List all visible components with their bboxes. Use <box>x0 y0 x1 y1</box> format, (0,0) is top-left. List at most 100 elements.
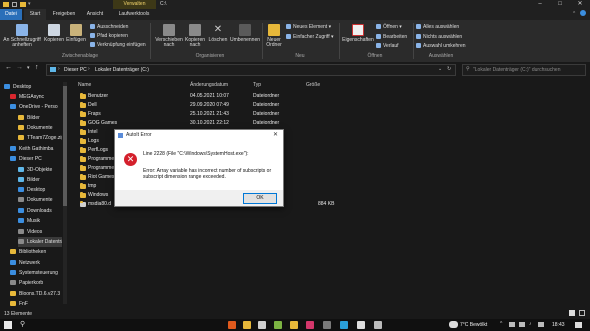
pin-quick-access-button[interactable]: An Schnellzugriff anheften <box>2 24 42 48</box>
copy-path-button[interactable]: Pfad kopieren <box>90 33 128 39</box>
sidebar-item[interactable]: Lokaler Datenträ <box>18 237 62 247</box>
delete-button[interactable]: ✕ Löschen <box>207 24 229 43</box>
select-all-button[interactable]: Alles auswählen <box>416 24 459 30</box>
sidebar-item[interactable]: Keith Gathimba <box>10 144 62 154</box>
maximize-button[interactable]: □ <box>550 0 570 9</box>
new-folder-icon[interactable] <box>20 2 26 7</box>
taskbar-app-icon[interactable] <box>357 321 365 329</box>
open-button[interactable]: Öffnen ▾ <box>376 24 402 30</box>
sidebar-item[interactable]: Systemsteuerung <box>10 268 62 278</box>
move-to-button[interactable]: Verschieben nach <box>154 24 184 48</box>
breadcrumb-local-disk[interactable]: Lokaler Datenträger (C:) <box>95 67 149 73</box>
sidebar-item[interactable]: TTeam7Zoge.zip <box>18 133 62 143</box>
sidebar-item[interactable]: Papierkorb <box>10 278 62 288</box>
sidebar-item[interactable]: Downloads <box>18 206 62 216</box>
invert-selection-button[interactable]: Auswahl umkehren <box>416 43 466 49</box>
sidebar-item[interactable]: FnF <box>10 299 62 309</box>
sidebar-item[interactable]: Bilder <box>18 175 62 185</box>
sidebar-item[interactable]: Bilder <box>18 113 62 123</box>
taskbar-search-icon[interactable]: ⚲ <box>20 320 25 328</box>
column-type[interactable]: Typ <box>253 82 261 88</box>
tray-chevron-icon[interactable]: ^ <box>500 321 502 327</box>
address-dropdown-icon[interactable]: ⌄ <box>438 66 442 72</box>
taskbar-app-icon[interactable] <box>258 321 266 329</box>
cut-button[interactable]: Ausschneiden <box>90 24 128 30</box>
language-icon[interactable] <box>538 322 544 327</box>
sidebar-item[interactable]: Netzwerk <box>10 258 62 268</box>
sidebar-item[interactable]: Dokumente <box>18 123 62 133</box>
properties-icon[interactable] <box>12 2 17 7</box>
taskbar-app-icon[interactable] <box>323 321 331 329</box>
copy-button[interactable]: Kopieren <box>42 24 66 43</box>
sidebar-item[interactable]: Desktop <box>18 185 62 195</box>
file-row[interactable]: GOG Games 30.10.2021 22:12 Dateiordner <box>80 119 590 128</box>
breadcrumb-dieser-pc[interactable]: Dieser PC <box>64 67 87 73</box>
taskbar-app-icon[interactable] <box>228 321 236 329</box>
clock[interactable]: 18:43 <box>552 322 565 328</box>
file-row[interactable]: Fraps 25.10.2021 21:43 Dateiordner <box>80 110 590 119</box>
history-button[interactable]: Verlauf <box>376 43 399 49</box>
sidebar-item[interactable]: 3D-Objekte <box>18 165 62 175</box>
ribbon-collapse-icon[interactable]: ⌃ <box>572 11 576 17</box>
file-row[interactable]: Dell 29.09.2020 07:49 Dateiordner <box>80 101 590 110</box>
easy-access-button[interactable]: Einfacher Zugriff ▾ <box>286 34 334 40</box>
taskbar-app-icon[interactable] <box>243 321 251 329</box>
up-arrow-icon[interactable]: ↑ <box>35 64 39 71</box>
quick-access-chevron-icon[interactable]: ▾ <box>28 1 31 7</box>
column-date[interactable]: Änderungsdatum <box>190 82 228 88</box>
taskbar-app-icon[interactable] <box>274 321 282 329</box>
details-view-icon[interactable] <box>569 310 575 316</box>
dialog-close-icon[interactable]: ✕ <box>273 130 278 140</box>
taskbar-app-icon[interactable] <box>290 321 298 329</box>
taskbar-app-icon[interactable] <box>340 321 348 329</box>
column-name[interactable]: Name <box>78 82 91 88</box>
paste-link-button[interactable]: Verknüpfung einfügen <box>90 42 146 48</box>
sidebar-item[interactable]: Desktop <box>4 82 62 92</box>
volume-icon[interactable]: ♪ <box>529 321 532 327</box>
sidebar-item[interactable]: OneDrive - Perso <box>10 102 62 112</box>
minimize-button[interactable]: – <box>530 0 550 9</box>
sidebar-item[interactable]: Dokumente <box>18 195 62 205</box>
new-item-button[interactable]: Neues Element ▾ <box>286 24 331 30</box>
battery-icon[interactable] <box>519 322 525 327</box>
recent-locations-chevron-icon[interactable]: ▾ <box>27 65 30 71</box>
sidebar-item[interactable]: Dieser PC <box>10 154 62 164</box>
sidebar-item[interactable]: Bloons.TD.6.v27.3 <box>10 289 62 299</box>
column-size[interactable]: Größe <box>306 82 320 88</box>
help-icon[interactable] <box>580 10 586 16</box>
new-folder-button[interactable]: Neuer Ordner <box>263 24 285 48</box>
taskbar-app-icon[interactable] <box>306 321 314 329</box>
rename-button[interactable]: Umbenennen <box>228 24 262 43</box>
sidebar-item[interactable]: Musik <box>18 216 62 226</box>
search-box[interactable]: ⚲ "Lokaler Datenträger (C:)" durchsuchen <box>462 64 586 76</box>
sidebar-item[interactable]: MEGAsync <box>10 92 62 102</box>
notification-icon[interactable] <box>575 322 582 328</box>
edit-button[interactable]: Bearbeiten <box>376 34 407 40</box>
properties-button[interactable]: Eigenschaften <box>341 24 375 43</box>
weather-widget[interactable]: 7°C Bewölkt <box>460 322 487 328</box>
close-button[interactable]: ✕ <box>570 0 590 9</box>
network-icon[interactable] <box>509 322 515 327</box>
taskbar-app-icon[interactable] <box>374 321 382 329</box>
address-bar[interactable]: › Dieser PC › Lokaler Datenträger (C:) ⌄… <box>46 64 456 76</box>
refresh-icon[interactable]: ↻ <box>447 66 451 72</box>
file-row[interactable]: Benutzer 04.05.2021 10:07 Dateiordner <box>80 92 590 101</box>
ok-button[interactable]: OK <box>243 193 277 204</box>
tab-freigeben[interactable]: Freigeben <box>50 9 78 20</box>
paste-button[interactable]: Einfügen <box>64 24 88 43</box>
large-icons-view-icon[interactable] <box>579 310 585 316</box>
copy-to-button[interactable]: Kopieren nach <box>181 24 209 48</box>
context-tab-verwalten[interactable]: Verwalten <box>113 0 156 9</box>
sidebar-item[interactable]: Bibliotheken <box>10 247 62 257</box>
tab-ansicht[interactable]: Ansicht <box>84 9 106 20</box>
start-icon[interactable] <box>4 321 12 329</box>
sidebar-item[interactable]: Videos <box>18 227 62 237</box>
nav-scrollbar-thumb[interactable] <box>63 86 67 206</box>
tab-datei[interactable]: Datei <box>0 9 22 20</box>
tab-start[interactable]: Start <box>24 9 46 20</box>
select-none-button[interactable]: Nichts auswählen <box>416 34 462 40</box>
tab-laufwerktools[interactable]: Laufwerktools <box>112 9 156 20</box>
forward-arrow-icon[interactable]: → <box>16 64 23 71</box>
back-arrow-icon[interactable]: ← <box>5 64 12 71</box>
search-input[interactable]: "Lokaler Datenträger (C:)" durchsuchen <box>473 67 560 73</box>
